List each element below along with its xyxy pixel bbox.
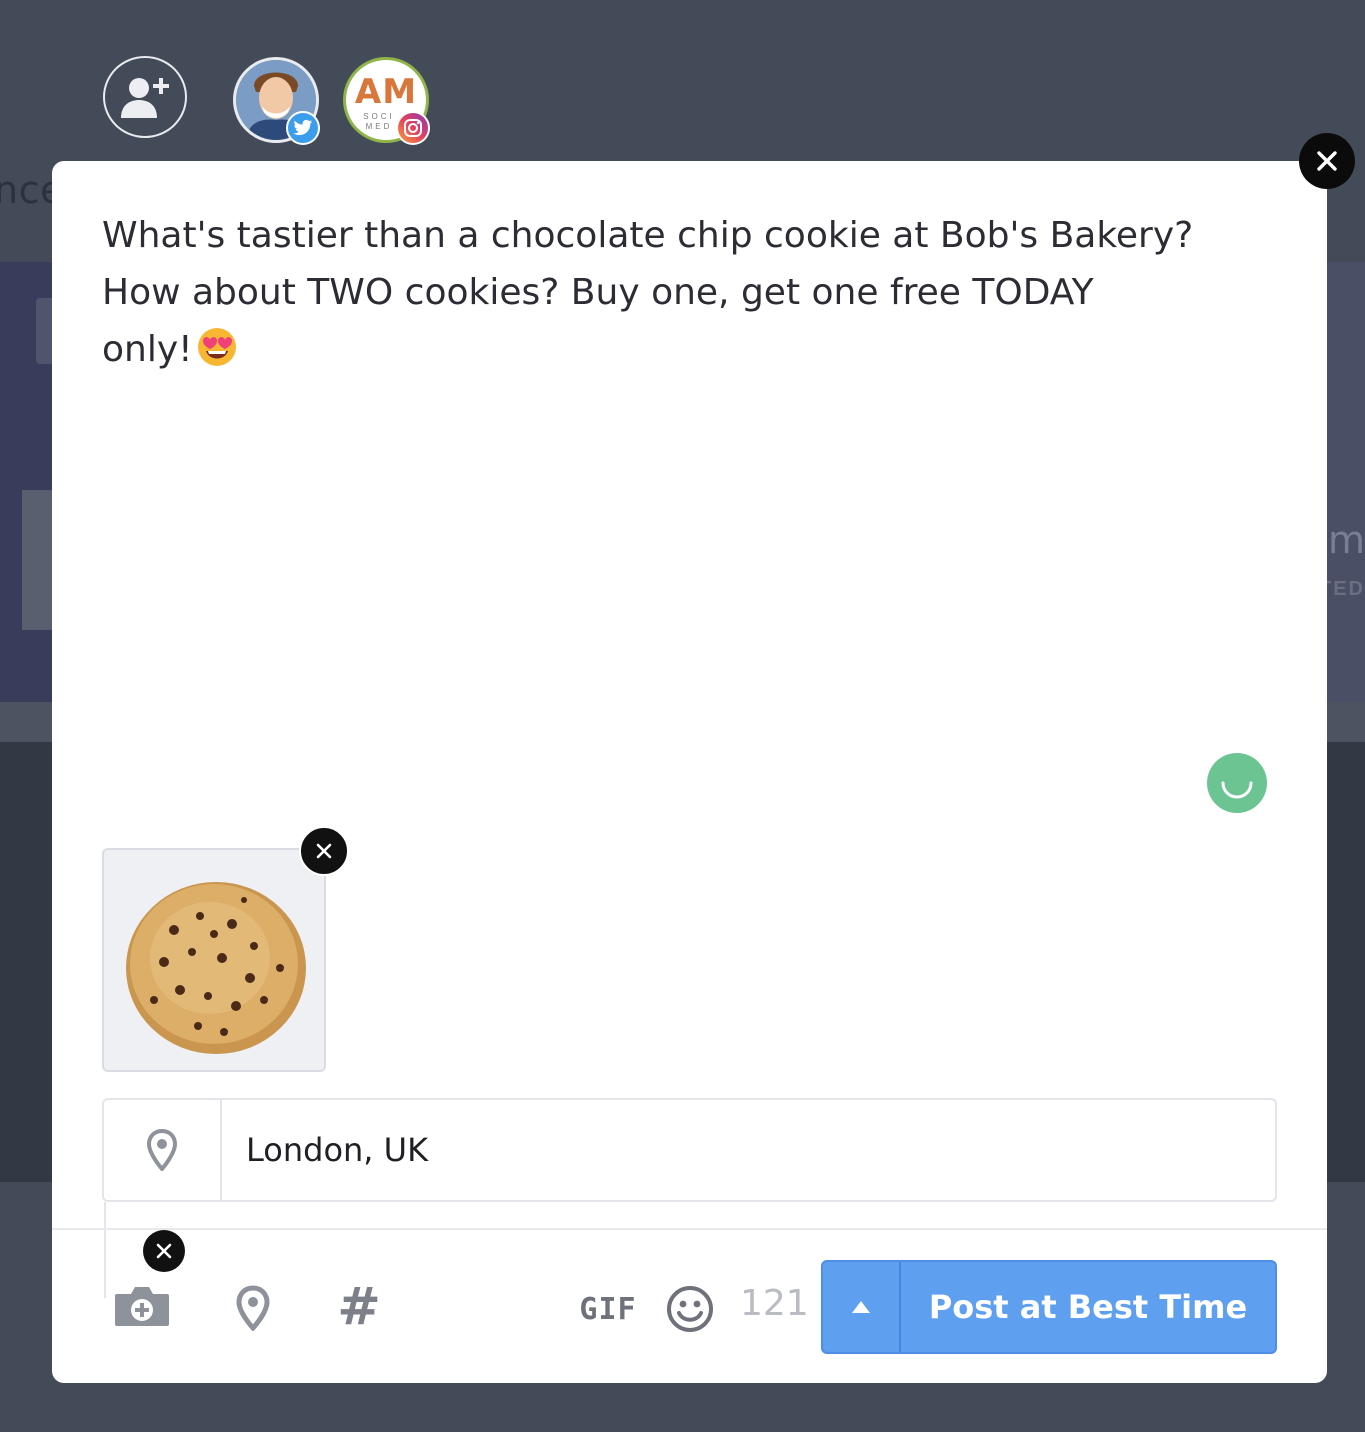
close-icon bbox=[156, 1243, 172, 1259]
attached-image-thumbnail[interactable] bbox=[102, 848, 326, 1072]
emoji-picker-button[interactable] bbox=[664, 1283, 716, 1335]
background-panel-right bbox=[1325, 262, 1365, 702]
location-field bbox=[102, 1098, 1277, 1202]
smiley-icon bbox=[667, 1286, 713, 1332]
location-icon-cell bbox=[104, 1100, 222, 1200]
instagram-icon bbox=[404, 119, 422, 137]
post-text-editor[interactable]: What's tastier than a chocolate chip coo… bbox=[102, 207, 1282, 378]
remove-location-button[interactable] bbox=[143, 1230, 185, 1272]
post-composer-modal: What's tastier than a chocolate chip coo… bbox=[52, 161, 1327, 1383]
character-count: 121 bbox=[740, 1283, 809, 1324]
loading-spinner-icon bbox=[1207, 753, 1267, 813]
instagram-badge bbox=[396, 111, 430, 145]
brand-logo-letters: AM bbox=[354, 72, 418, 112]
map-pin-icon bbox=[236, 1285, 270, 1331]
add-user-icon bbox=[121, 78, 169, 118]
twitter-badge bbox=[286, 111, 320, 145]
close-icon bbox=[1317, 151, 1337, 171]
hashtag-button[interactable]: # bbox=[335, 1277, 383, 1337]
camera-icon bbox=[115, 1287, 169, 1326]
post-text-line: only! bbox=[102, 329, 193, 370]
instagram-account-avatar[interactable]: AM SOCI MED bbox=[343, 57, 430, 145]
close-modal-button[interactable] bbox=[1299, 133, 1355, 189]
add-account-button[interactable] bbox=[103, 56, 187, 138]
post-text-line: How about TWO cookies? Buy one, get one … bbox=[102, 272, 1094, 313]
toolbar-divider bbox=[52, 1228, 1327, 1230]
cookie-image bbox=[104, 850, 324, 1070]
location-connector bbox=[104, 1202, 106, 1298]
post-options-toggle[interactable] bbox=[823, 1262, 901, 1352]
post-text-line: What's tastier than a chocolate chip coo… bbox=[102, 215, 1194, 256]
gif-button[interactable]: GIF bbox=[578, 1289, 638, 1329]
add-location-button[interactable] bbox=[230, 1281, 276, 1335]
remove-image-button[interactable] bbox=[299, 826, 349, 876]
post-at-best-time-button[interactable]: Post at Best Time bbox=[901, 1262, 1275, 1352]
heart-eyes-emoji-icon bbox=[197, 327, 237, 367]
twitter-icon bbox=[293, 119, 313, 136]
location-input[interactable] bbox=[222, 1100, 1272, 1200]
map-pin-icon bbox=[146, 1129, 178, 1171]
close-icon bbox=[316, 843, 332, 859]
caret-up-icon bbox=[852, 1301, 870, 1313]
post-button-group: Post at Best Time bbox=[821, 1260, 1277, 1354]
twitter-account-avatar[interactable] bbox=[233, 57, 320, 145]
add-photo-button[interactable] bbox=[112, 1281, 172, 1331]
